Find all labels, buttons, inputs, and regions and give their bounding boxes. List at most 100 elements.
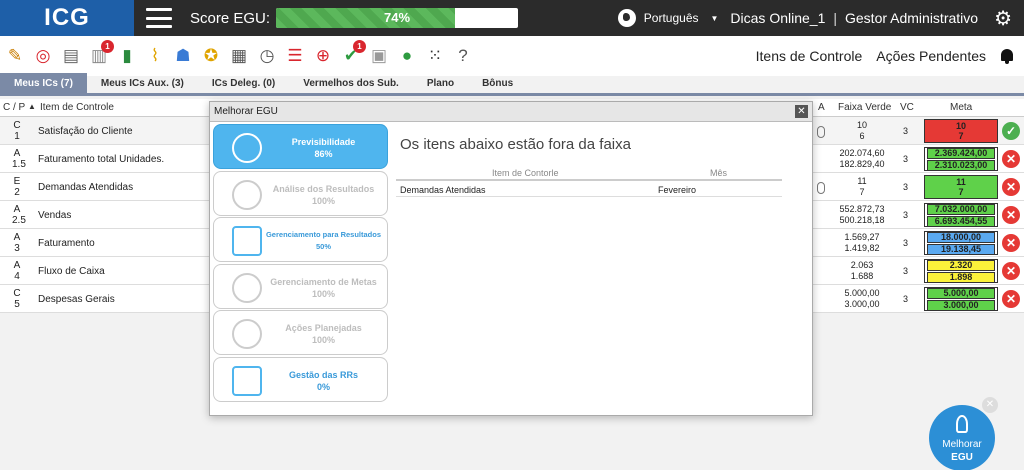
- pdf-icon[interactable]: ▣: [367, 44, 391, 68]
- rocket-icon: [956, 415, 968, 433]
- stopwatch-icon[interactable]: ◷: [255, 44, 279, 68]
- close-icon[interactable]: ✕: [795, 105, 808, 118]
- green-dot-icon[interactable]: ●: [395, 44, 419, 68]
- card-label: Gerenciamento de Metas: [270, 276, 377, 287]
- clipboard-icon[interactable]: ▤: [59, 44, 83, 68]
- itens-controle-link[interactable]: Itens de Controle: [756, 48, 863, 64]
- medal-icon[interactable]: ✪: [199, 44, 223, 68]
- close-fab-icon[interactable]: ✕: [982, 397, 998, 413]
- meta-cell: 5.000,00 3.000,00: [924, 287, 998, 311]
- card-label: Gestão das RRs: [288, 369, 359, 380]
- fab-label-2: EGU: [951, 452, 973, 463]
- fv-upper: 1.569,27: [844, 232, 880, 242]
- fv-lower: 3.000,00: [844, 299, 880, 309]
- faixa-verde-cell: 5.000,00 3.000,00: [832, 288, 892, 310]
- card-gerenciamento-resultados[interactable]: Gerenciamento para Resultados 50%: [213, 217, 388, 262]
- check-alert-icon[interactable]: ✔ 1: [339, 40, 366, 68]
- melhorar-egu-button[interactable]: Melhorar EGU: [929, 405, 995, 470]
- cp-c: E: [13, 176, 21, 187]
- faixa-verde-cell: 2.063 1.688: [832, 260, 892, 282]
- fv-upper: 10: [856, 120, 867, 130]
- x-icon[interactable]: ✕: [1002, 290, 1020, 308]
- target-icon[interactable]: ◎: [31, 44, 55, 68]
- apps-grid-icon[interactable]: ⁙: [423, 44, 447, 68]
- x-icon[interactable]: ✕: [1002, 206, 1020, 224]
- card-acoes-planejadas[interactable]: Ações Planejadas 100%: [213, 310, 388, 355]
- logo[interactable]: ICG: [0, 0, 134, 36]
- col-item[interactable]: Item de Controle: [40, 102, 114, 113]
- card-analise-resultados[interactable]: Análise dos Resultados 100%: [213, 170, 388, 216]
- menu-icon[interactable]: [146, 8, 172, 28]
- tab-plano[interactable]: Plano: [413, 73, 468, 93]
- edit-icon[interactable]: ✎: [3, 44, 27, 68]
- check-badge: 1: [353, 40, 366, 53]
- caret-down-icon[interactable]: ▼: [711, 14, 719, 23]
- x-icon[interactable]: ✕: [1002, 150, 1020, 168]
- col-faixa-verde[interactable]: Faixa Verde: [838, 102, 891, 113]
- help-icon[interactable]: ?: [451, 44, 475, 68]
- meta-upper: 11: [956, 177, 966, 187]
- col-cp[interactable]: C / P: [3, 102, 25, 113]
- cp-c: C: [13, 288, 21, 299]
- user-name[interactable]: Dicas Online_1: [730, 10, 825, 26]
- item-name[interactable]: Fluxo de Caixa: [38, 266, 105, 277]
- meta-upper: 18.000,00: [927, 231, 995, 243]
- document-alert-icon[interactable]: ▥ 1: [87, 40, 114, 68]
- item-name[interactable]: Vendas: [38, 210, 71, 221]
- item-name[interactable]: Despesas Gerais: [38, 294, 115, 305]
- card-gerenciamento-metas[interactable]: Gerenciamento de Metas 100%: [213, 263, 388, 309]
- tab-bar: Meus ICs (7) Meus ICs Aux. (3) ICs Deleg…: [0, 73, 1024, 96]
- paperclip-icon[interactable]: [817, 182, 825, 194]
- x-icon[interactable]: ✕: [1002, 178, 1020, 196]
- language-selector[interactable]: Português: [644, 11, 699, 25]
- col-a[interactable]: A: [818, 102, 825, 113]
- fv-upper: 202.074,60: [839, 148, 885, 158]
- meta-upper: 10: [955, 121, 966, 131]
- item-name[interactable]: Demandas Atendidas: [38, 182, 133, 193]
- document-badge: 1: [101, 40, 114, 53]
- fv-upper: 11: [857, 176, 867, 186]
- item-name[interactable]: Faturamento: [38, 238, 95, 249]
- col-meta[interactable]: Meta: [950, 102, 972, 113]
- modal-table-row[interactable]: Demandas Atendidas Fevereiro: [396, 182, 782, 197]
- card-gestao-rrs[interactable]: Gestão das RRs 0%: [213, 356, 388, 402]
- meta-cell: 2.369.424,00 2.310.023,00: [924, 147, 998, 171]
- bell-icon[interactable]: [1000, 48, 1014, 64]
- gear-icon[interactable]: ⚙: [994, 6, 1012, 31]
- card-previsibilidade[interactable]: Previsibilidade 86%: [213, 124, 388, 169]
- x-icon[interactable]: ✕: [1002, 262, 1020, 280]
- tab-bonus[interactable]: Bônus: [468, 73, 527, 93]
- chart-down-icon[interactable]: ▮: [115, 44, 139, 68]
- tab-ics-deleg[interactable]: ICs Deleg. (0): [198, 73, 289, 93]
- x-icon[interactable]: ✕: [1002, 234, 1020, 252]
- modal-title: Melhorar EGU: [214, 106, 278, 117]
- modal-header: Melhorar EGU ✕: [210, 102, 812, 122]
- paperclip-icon[interactable]: [817, 126, 825, 138]
- meta-upper: 2.369.424,00: [927, 147, 995, 159]
- hierarchy-icon[interactable]: ☰: [283, 44, 307, 68]
- fv-lower: 182.829,40: [839, 159, 885, 169]
- item-name[interactable]: Faturamento total Unidades.: [38, 154, 164, 165]
- item-name[interactable]: Satisfação do Cliente: [38, 126, 133, 137]
- tab-meus-ics[interactable]: Meus ICs (7): [0, 73, 87, 93]
- cp-c: A: [13, 260, 21, 271]
- modal-heading: Os itens abaixo estão fora da faixa: [400, 136, 631, 153]
- calendar-icon[interactable]: ▦: [227, 44, 251, 68]
- tab-meus-ics-aux[interactable]: Meus ICs Aux. (3): [87, 73, 198, 93]
- meta-lower: 7: [958, 187, 964, 197]
- check-icon[interactable]: ✓: [1002, 122, 1020, 140]
- cp-cell: A 1.5: [12, 148, 26, 170]
- globe-icon[interactable]: [617, 9, 636, 27]
- growth-chart-icon: [232, 319, 262, 349]
- paperclip-icon[interactable]: ⌇: [143, 44, 167, 68]
- crosshair-icon[interactable]: ⊕: [311, 44, 335, 68]
- cp-c: A: [13, 232, 21, 243]
- sort-up-icon[interactable]: ▲: [28, 102, 36, 111]
- team-icon[interactable]: ☗: [171, 44, 195, 68]
- card-label: Previsibilidade: [291, 137, 356, 147]
- tab-vermelhos-sub[interactable]: Vermelhos dos Sub.: [289, 73, 413, 93]
- user-role[interactable]: Gestor Administrativo: [845, 10, 978, 26]
- toolbar: ✎ ◎ ▤ ▥ 1 ▮ ⌇ ☗ ✪ ▦ ◷ ☰ ⊕ ✔ 1 ▣ ● ⁙ ? Iten…: [0, 36, 1024, 76]
- acoes-pendentes-link[interactable]: Ações Pendentes: [876, 48, 986, 64]
- col-vc[interactable]: VC: [900, 102, 914, 113]
